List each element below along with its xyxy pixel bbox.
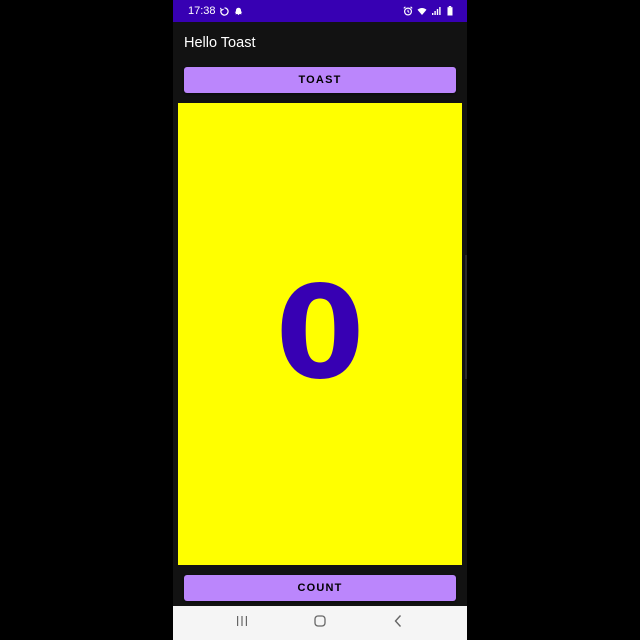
count-value: 0 xyxy=(275,259,365,408)
edge-panel-handle[interactable] xyxy=(465,255,467,379)
signal-icon xyxy=(431,6,441,16)
status-time: 17:38 xyxy=(188,5,216,17)
battery-icon xyxy=(445,6,455,16)
toast-button-label: TOAST xyxy=(298,74,342,86)
count-display: 0 xyxy=(178,103,462,565)
app-title: Hello Toast xyxy=(184,35,256,51)
recents-icon xyxy=(235,614,249,632)
app-bar: Hello Toast xyxy=(173,22,467,64)
count-button-label: COUNT xyxy=(297,582,343,594)
navigation-bar xyxy=(173,606,467,640)
back-icon xyxy=(393,614,403,633)
home-button[interactable] xyxy=(305,608,335,638)
status-right xyxy=(403,6,455,16)
status-bar: 17:38 xyxy=(173,0,467,22)
sync-icon xyxy=(220,6,230,16)
toast-button[interactable]: TOAST xyxy=(184,67,456,93)
count-button[interactable]: COUNT xyxy=(184,575,456,601)
home-icon xyxy=(313,614,327,633)
recents-button[interactable] xyxy=(227,608,257,638)
phone-screen: 17:38 Hello Toast TOAST 0 COUNT xyxy=(173,0,467,640)
wifi-icon xyxy=(417,6,427,16)
snapchat-icon xyxy=(234,6,244,16)
status-left: 17:38 xyxy=(188,5,244,17)
alarm-icon xyxy=(403,6,413,16)
back-button[interactable] xyxy=(383,608,413,638)
